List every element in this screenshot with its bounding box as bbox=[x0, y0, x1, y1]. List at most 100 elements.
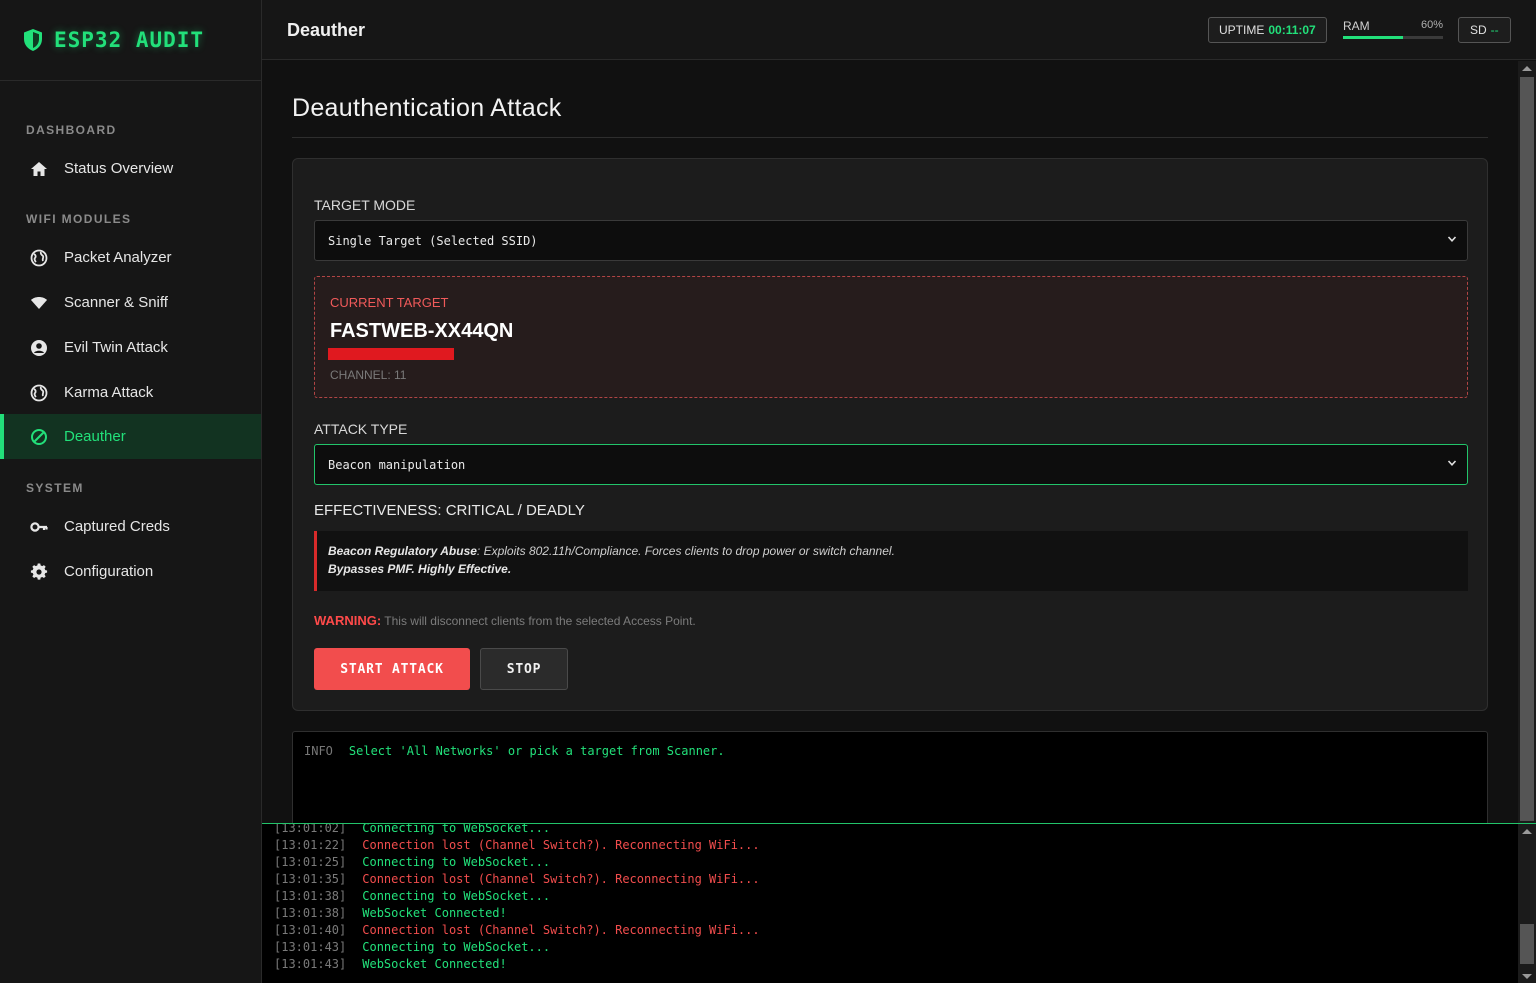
console-line: [13:01:25] Connecting to WebSocket... bbox=[274, 854, 760, 871]
attack-description: Beacon Regulatory Abuse: Exploits 802.11… bbox=[314, 531, 1468, 591]
sidebar-item-label: Packet Analyzer bbox=[64, 249, 172, 266]
ram-meter: RAM 60% bbox=[1343, 19, 1443, 41]
sidebar-item-label: Configuration bbox=[64, 563, 154, 580]
page-header-title: Deauther bbox=[287, 20, 366, 40]
sidebar-item-scanner-sniff[interactable]: Scanner & Sniff bbox=[0, 280, 261, 325]
info-text: Select 'All Networks' or pick a target f… bbox=[348, 744, 725, 758]
console-timestamp: [13:01:25] bbox=[274, 855, 347, 869]
target-ssid: FASTWEB-XX44QN bbox=[330, 320, 514, 342]
console-lines: [13:01:02] Connecting to WebSocket... [13:… bbox=[274, 823, 760, 973]
target-channel: CHANNEL: 11 bbox=[330, 368, 407, 382]
sidebar-item-karma-attack[interactable]: Karma Attack bbox=[0, 370, 261, 415]
sidebar-item-packet-analyzer[interactable]: Packet Analyzer bbox=[0, 235, 261, 280]
scroll-down-arrow-icon[interactable] bbox=[1522, 974, 1532, 979]
key-icon bbox=[29, 517, 49, 537]
ram-progress-bar bbox=[1343, 36, 1443, 39]
console-message: Connecting to WebSocket... bbox=[362, 823, 551, 835]
console-message: Connection lost (Channel Switch?). Recon… bbox=[362, 838, 760, 852]
info-log-panel: INFO Select 'All Networks' or pick a targ… bbox=[292, 731, 1488, 823]
stop-button[interactable]: STOP bbox=[480, 648, 568, 690]
console-timestamp: [13:01:38] bbox=[274, 889, 347, 903]
console-timestamp: [13:01:43] bbox=[274, 940, 347, 954]
description-title: Beacon Regulatory Abuse bbox=[328, 544, 477, 558]
console-message: Connecting to WebSocket... bbox=[362, 855, 551, 869]
brand: ESP32 AUDIT bbox=[0, 0, 261, 81]
console-line: [13:01:43] WebSocket Connected! bbox=[274, 956, 760, 973]
page-title: Deauthentication Attack bbox=[292, 94, 562, 122]
console-timestamp: [13:01:38] bbox=[274, 906, 347, 920]
start-attack-button[interactable]: START ATTACK bbox=[314, 648, 470, 690]
console-timestamp: [13:01:43] bbox=[274, 957, 347, 971]
attack-type-select[interactable]: Beacon manipulation bbox=[314, 444, 1468, 485]
scroll-up-arrow-icon[interactable] bbox=[1522, 829, 1532, 834]
attack-card: TARGET MODE Single Target (Selected SSID… bbox=[292, 158, 1488, 711]
console-timestamp: [13:01:02] bbox=[274, 823, 347, 835]
home-icon bbox=[29, 159, 49, 179]
shield-icon bbox=[24, 29, 42, 51]
sidebar-item-captured-creds[interactable]: Captured Creds bbox=[0, 504, 261, 549]
section-label-system: SYSTEM bbox=[26, 481, 84, 495]
main-scrollbar[interactable] bbox=[1518, 61, 1536, 823]
ban-icon bbox=[29, 427, 49, 447]
gear-icon bbox=[29, 562, 49, 582]
console-message: Connecting to WebSocket... bbox=[362, 940, 551, 954]
top-header: Deauther UPTIME 00:11:07 RAM 60% SD -- bbox=[262, 0, 1536, 60]
sd-value: -- bbox=[1490, 23, 1499, 37]
console-message: Connecting to WebSocket... bbox=[362, 889, 551, 903]
target-mode-select[interactable]: Single Target (Selected SSID) bbox=[314, 220, 1468, 261]
ram-label: RAM bbox=[1343, 19, 1370, 33]
uptime-value: 00:11:07 bbox=[1268, 23, 1316, 37]
scrollbar-thumb[interactable] bbox=[1520, 77, 1534, 821]
sidebar-item-label: Karma Attack bbox=[64, 384, 154, 401]
sidebar-item-label: Captured Creds bbox=[64, 518, 170, 535]
ram-progress-fill bbox=[1343, 36, 1403, 39]
console-scrollbar[interactable] bbox=[1518, 824, 1536, 983]
sidebar-item-evil-twin-attack[interactable]: Evil Twin Attack bbox=[0, 325, 261, 370]
globe-icon bbox=[29, 383, 49, 403]
current-target-box: CURRENT TARGET FASTWEB-XX44QN CHANNEL: 1… bbox=[314, 276, 1468, 398]
user-circle-icon bbox=[29, 338, 49, 358]
info-line: INFO Select 'All Networks' or pick a targ… bbox=[304, 744, 725, 758]
sidebar-item-label: Deauther bbox=[64, 428, 126, 445]
brand-name: ESP32 AUDIT bbox=[54, 28, 205, 52]
wifi-icon bbox=[29, 293, 49, 313]
globe-icon bbox=[29, 248, 49, 268]
attack-type-label: ATTACK TYPE bbox=[314, 421, 408, 437]
scrollbar-thumb[interactable] bbox=[1520, 924, 1534, 964]
console-line: [13:01:38] WebSocket Connected! bbox=[274, 905, 760, 922]
warning-label: WARNING: bbox=[314, 613, 382, 628]
console-message: WebSocket Connected! bbox=[362, 906, 507, 920]
uptime-badge: UPTIME 00:11:07 bbox=[1208, 17, 1327, 43]
console-message: Connection lost (Channel Switch?). Recon… bbox=[362, 872, 760, 886]
chevron-down-icon bbox=[1447, 460, 1457, 466]
console-line: [13:01:40] Connection lost (Channel Switc… bbox=[274, 922, 760, 939]
console-line: [13:01:38] Connecting to WebSocket... bbox=[274, 888, 760, 905]
info-tag: INFO bbox=[304, 744, 333, 758]
ram-percent: 60% bbox=[1420, 19, 1443, 31]
warning-text: This will disconnect clients from the se… bbox=[381, 614, 696, 628]
sidebar-item-label: Status Overview bbox=[64, 160, 174, 177]
sidebar-item-status-overview[interactable]: Status Overview bbox=[0, 146, 261, 191]
console-line: [13:01:22] Connection lost (Channel Switc… bbox=[274, 837, 760, 854]
sidebar-item-label: Evil Twin Attack bbox=[64, 339, 168, 356]
sidebar-item-deauther[interactable]: Deauther bbox=[0, 414, 261, 459]
console-timestamp: [13:01:22] bbox=[274, 838, 347, 852]
sidebar-item-label: Scanner & Sniff bbox=[64, 294, 168, 311]
sidebar-item-configuration[interactable]: Configuration bbox=[0, 549, 261, 594]
sd-label: SD bbox=[1470, 23, 1487, 37]
console-timestamp: [13:01:40] bbox=[274, 923, 347, 937]
console-line: [13:01:02] Connecting to WebSocket... bbox=[274, 823, 760, 837]
title-divider bbox=[292, 137, 1488, 138]
target-mode-value: Single Target (Selected SSID) bbox=[328, 233, 538, 248]
uptime-label: UPTIME bbox=[1219, 23, 1265, 37]
description-text: : Exploits 802.11h/Compliance. Forces cl… bbox=[476, 544, 895, 558]
description-emphasis: Bypasses PMF. Highly Effective. bbox=[328, 562, 512, 576]
attack-type-value: Beacon manipulation bbox=[328, 457, 466, 472]
console-line: [13:01:35] Connection lost (Channel Switc… bbox=[274, 871, 760, 888]
section-label-wifi-modules: WIFI MODULES bbox=[26, 212, 132, 226]
console-timestamp: [13:01:35] bbox=[274, 872, 347, 886]
console-message: Connection lost (Channel Switch?). Recon… bbox=[362, 923, 760, 937]
target-mode-label: TARGET MODE bbox=[314, 197, 416, 213]
scroll-up-arrow-icon[interactable] bbox=[1522, 66, 1532, 71]
warning-note: WARNING: This will disconnect clients fr… bbox=[314, 613, 696, 628]
